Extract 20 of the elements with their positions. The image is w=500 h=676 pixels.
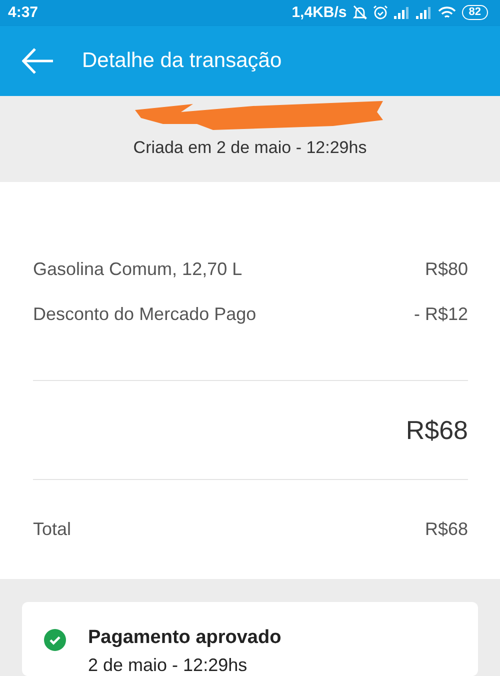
payment-date: 2 de maio - 12:29hs <box>88 655 248 676</box>
status-time: 4:37 <box>8 4 40 22</box>
item-label: Desconto do Mercado Pago <box>33 304 256 324</box>
signal-icon <box>394 6 410 19</box>
wifi-icon <box>438 6 456 20</box>
payment-status: Pagamento aprovado <box>88 627 282 649</box>
total-label: Total <box>33 519 72 540</box>
item-label: Gasolina Comum, 12,70 L <box>33 259 242 280</box>
signal-icon <box>416 6 432 19</box>
item-amount: R$80 <box>424 259 468 280</box>
created-date: Criada em 2 de maio - 12:29hs <box>133 138 367 158</box>
network-speed: 1,4KB/s <box>292 4 347 22</box>
total-amount: R$68 <box>424 519 468 540</box>
alarm-icon <box>372 5 388 20</box>
bell-off-icon <box>352 5 367 20</box>
subtotal-amount: R$68 <box>406 414 468 446</box>
item-amount: - R$12 <box>414 304 468 324</box>
battery-level: 82 <box>462 5 488 20</box>
back-arrow-icon[interactable] <box>22 48 54 74</box>
screen-title: Detalhe da transação <box>82 48 282 73</box>
